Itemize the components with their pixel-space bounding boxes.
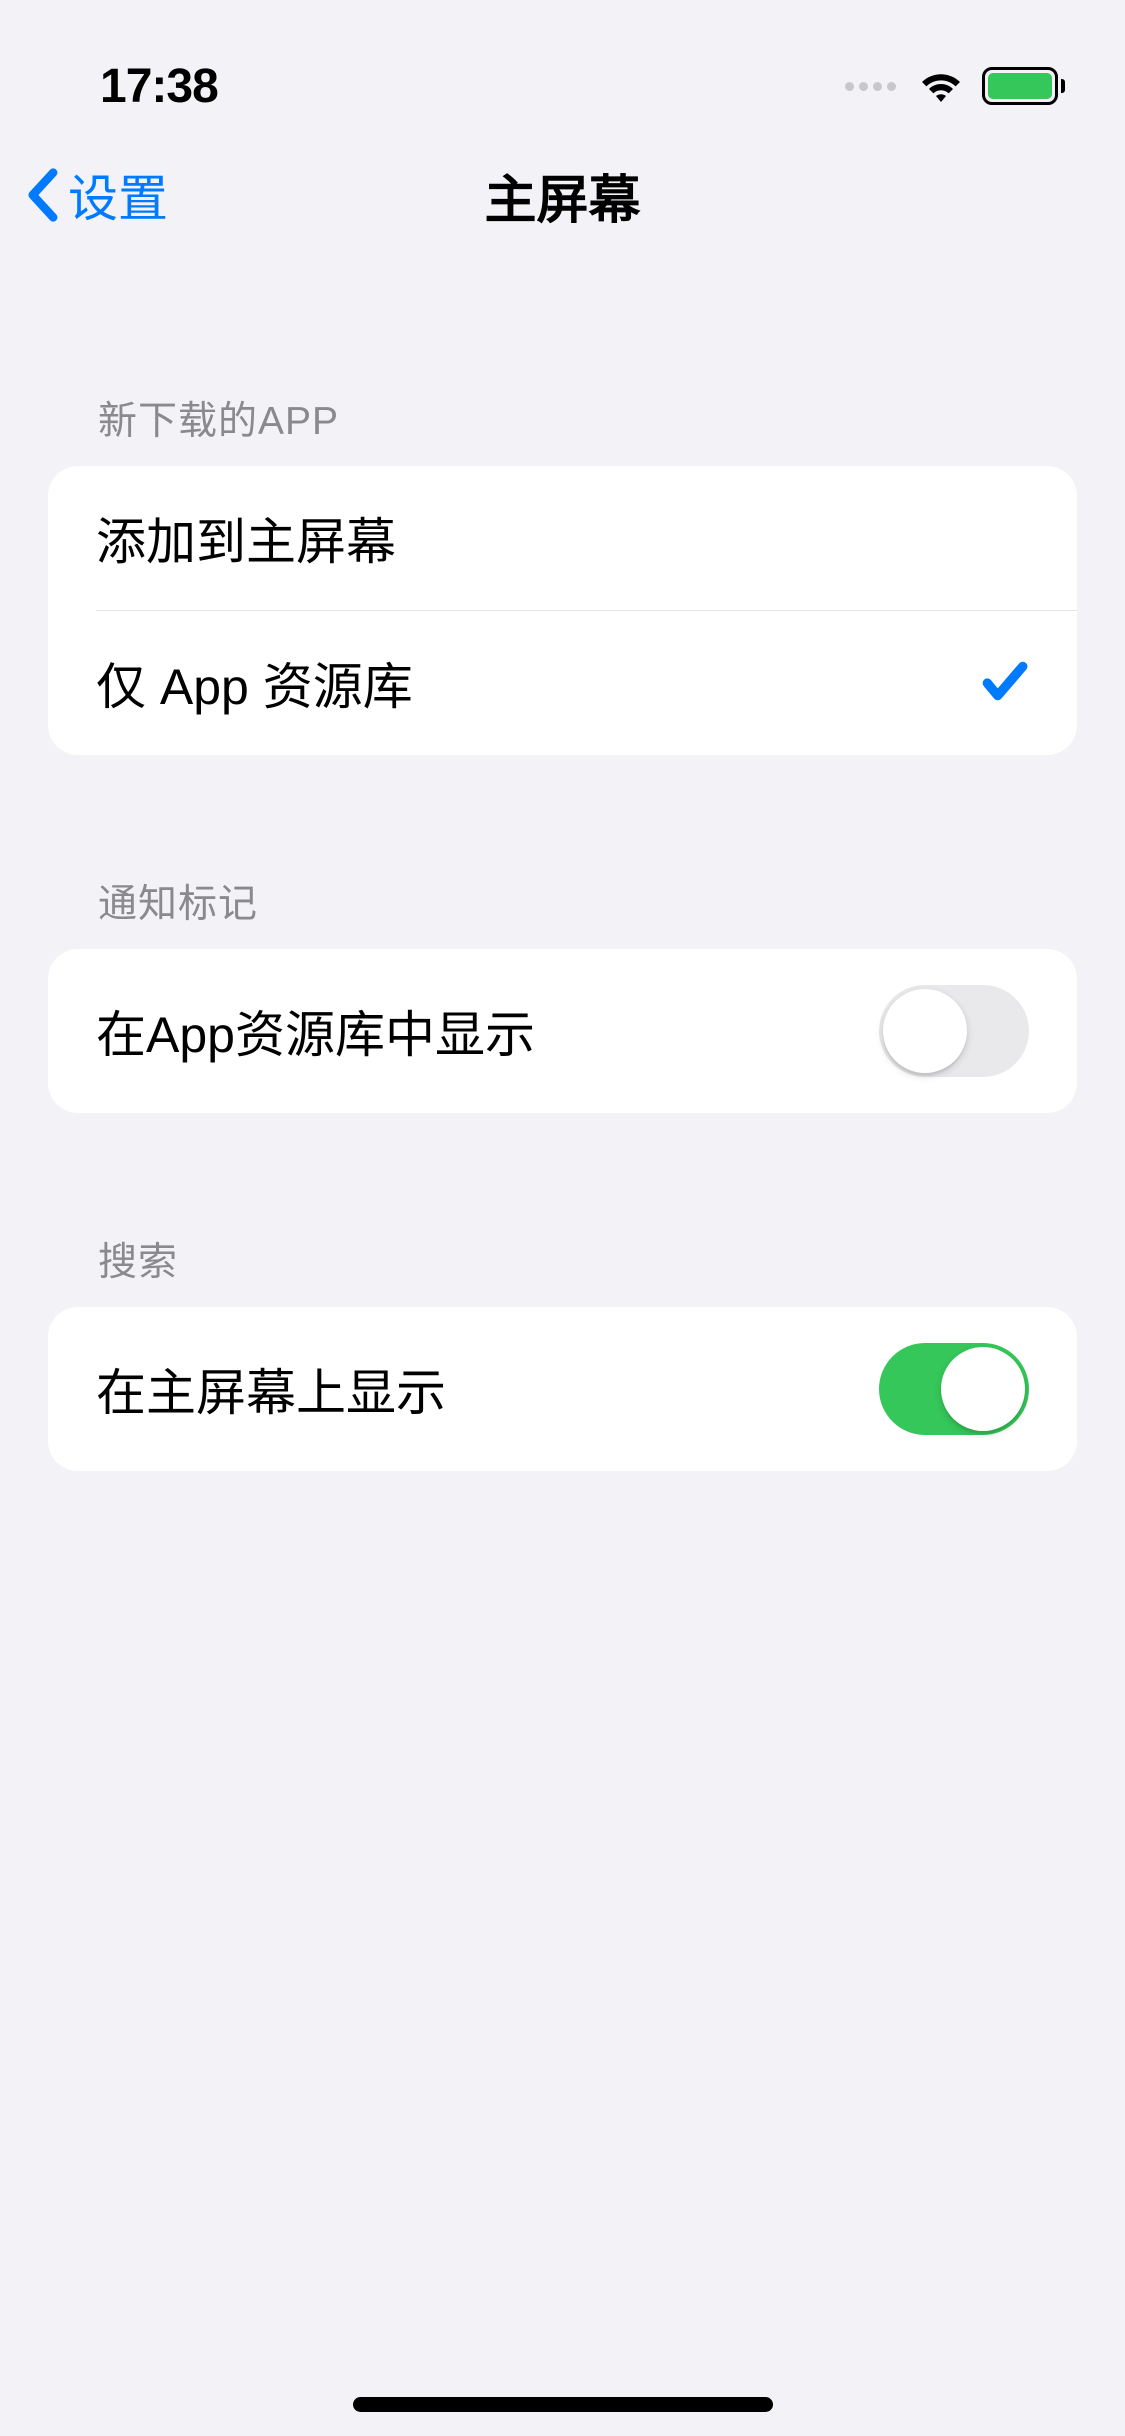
home-indicator[interactable]	[353, 2397, 773, 2412]
row-show-in-library: 在App资源库中显示	[48, 949, 1077, 1113]
group-search: 在主屏幕上显示	[48, 1307, 1077, 1471]
section-header-search: 搜索	[0, 1231, 1125, 1307]
row-show-on-home: 在主屏幕上显示	[48, 1307, 1077, 1471]
page-title: 主屏幕	[484, 158, 640, 233]
signal-dots-icon	[845, 82, 896, 91]
wifi-icon	[916, 64, 966, 109]
back-label: 设置	[68, 159, 168, 231]
option-label: 添加到主屏幕	[96, 502, 396, 574]
back-button[interactable]: 设置	[24, 159, 168, 231]
chevron-left-icon	[24, 167, 60, 223]
option-app-library-only[interactable]: 仅 App 资源库	[48, 611, 1077, 755]
group-new-apps: 添加到主屏幕 仅 App 资源库	[48, 466, 1077, 755]
group-badges: 在App资源库中显示	[48, 949, 1077, 1113]
section-header-new-apps: 新下载的APP	[0, 390, 1125, 466]
toggle-show-in-library[interactable]	[879, 985, 1029, 1077]
checkmark-icon	[979, 656, 1029, 711]
option-label: 仅 App 资源库	[96, 647, 413, 719]
row-label: 在主屏幕上显示	[96, 1353, 446, 1425]
status-bar: 17:38	[0, 0, 1125, 130]
battery-icon	[982, 67, 1065, 105]
toggle-show-on-home[interactable]	[879, 1343, 1029, 1435]
option-add-to-home[interactable]: 添加到主屏幕	[48, 466, 1077, 610]
navigation-bar: 设置 主屏幕	[0, 130, 1125, 260]
row-label: 在App资源库中显示	[96, 995, 535, 1067]
section-header-badges: 通知标记	[0, 873, 1125, 949]
status-indicators	[845, 64, 1065, 109]
status-time: 17:38	[100, 59, 218, 114]
